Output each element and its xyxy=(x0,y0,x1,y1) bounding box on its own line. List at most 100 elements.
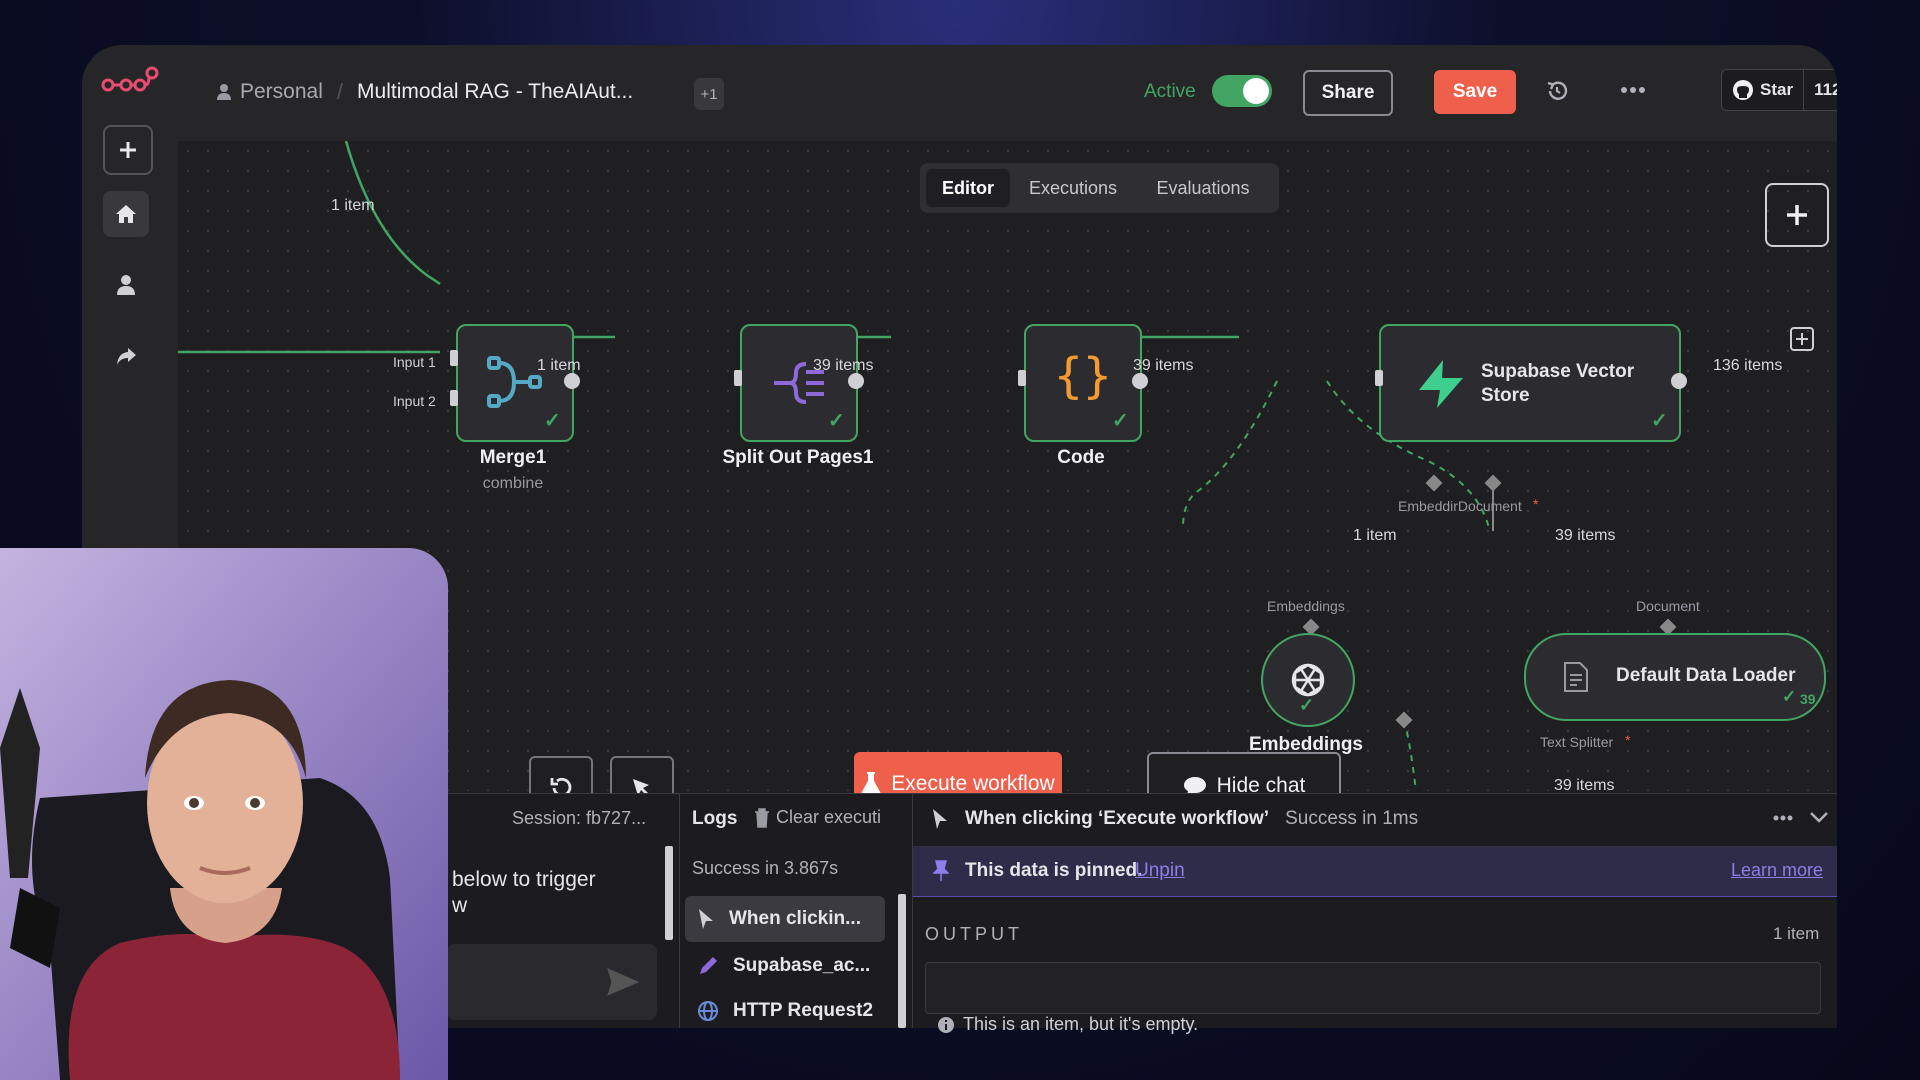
required-marker: * xyxy=(1625,732,1631,748)
add-node-button[interactable] xyxy=(1765,183,1829,247)
node-default-data-loader[interactable]: Default Data Loader ✓ 39 xyxy=(1524,633,1826,721)
logs-scrollbar[interactable] xyxy=(898,894,906,1028)
required-marker: * xyxy=(1533,496,1539,512)
clear-execution-button[interactable]: Clear executi xyxy=(754,807,881,828)
github-star-button[interactable]: Star 112,208 xyxy=(1721,69,1837,111)
active-label: Active xyxy=(1144,81,1196,102)
node-label-split: Split Out Pages1 xyxy=(722,447,874,468)
forward-icon xyxy=(117,348,136,365)
output-status: Success in 1ms xyxy=(1285,808,1419,829)
active-toggle[interactable] xyxy=(1212,75,1272,107)
port-label-text-splitter: Text Splitter xyxy=(1540,734,1614,750)
success-check-icon: ✓ xyxy=(1112,410,1129,432)
success-check-icon: ✓ xyxy=(1782,687,1797,706)
merge-output-handle[interactable] xyxy=(564,373,580,389)
log-item-label: When clickin... xyxy=(729,908,861,929)
chevron-down-icon[interactable] xyxy=(1809,810,1829,824)
workspace-name[interactable]: Personal xyxy=(240,80,323,104)
save-button[interactable]: Save xyxy=(1434,70,1516,114)
node-label-merge: Merge1 xyxy=(479,447,547,468)
log-item-label: HTTP Request2 xyxy=(733,1000,874,1021)
workflow-title[interactable]: Multimodal RAG - TheAIAut... xyxy=(357,80,633,104)
toggle-knob xyxy=(1243,78,1269,104)
view-tabs: Editor Executions Evaluations xyxy=(920,163,1279,213)
success-check-icon: ✓ xyxy=(1299,695,1315,715)
code-output-handle[interactable] xyxy=(1132,373,1148,389)
send-icon[interactable] xyxy=(607,968,639,996)
node-sub-merge: combine xyxy=(482,475,544,492)
pinned-text: This data is pinned. xyxy=(965,860,1143,881)
star-count: 112,208 xyxy=(1814,80,1837,99)
info-icon xyxy=(938,1016,954,1033)
webcam-overlay xyxy=(0,548,448,1080)
merge-input1-handle[interactable] xyxy=(450,350,458,366)
chat-scrollbar[interactable] xyxy=(665,846,673,940)
supabase-input-handle[interactable] xyxy=(1375,370,1383,386)
loader-item-count: 39 xyxy=(1800,691,1816,707)
openai-icon xyxy=(1291,663,1325,697)
log-item[interactable]: HTTP Request2 xyxy=(685,994,885,1028)
supabase-output-handle[interactable] xyxy=(1671,373,1687,389)
node-embeddings-openai[interactable]: ✓ xyxy=(1261,633,1355,727)
more-icon[interactable] xyxy=(1620,85,1646,95)
more-icon[interactable] xyxy=(1773,814,1793,822)
log-item[interactable]: When clickin... xyxy=(685,896,885,942)
node-supabase[interactable]: Supabase Vector Store ✓ xyxy=(1379,324,1681,442)
node-merge[interactable]: ✓ xyxy=(456,324,574,442)
clear-execution-label: Clear executi xyxy=(776,807,882,827)
port-label-embeddings: Embeddings xyxy=(1267,598,1345,614)
edge-label: 39 items xyxy=(1555,527,1616,544)
empty-item-note: This is an item, but it's empty. xyxy=(937,1014,1198,1035)
pencil-icon xyxy=(700,957,717,974)
breadcrumb[interactable]: Personal / Multimodal RAG - TheAIAut... xyxy=(216,79,633,105)
user-icon xyxy=(217,84,231,100)
home-button[interactable] xyxy=(103,191,149,237)
share-button[interactable]: Share xyxy=(1303,70,1393,116)
split-input-handle[interactable] xyxy=(734,370,742,386)
output-item-count: 1 item xyxy=(1773,924,1820,943)
n8n-logo xyxy=(101,66,159,92)
presenter-video xyxy=(0,548,448,1080)
edge-label: 39 items xyxy=(1133,357,1194,374)
user-button[interactable] xyxy=(103,262,149,308)
chat-message-line2: w xyxy=(452,894,468,917)
input1-label: Input 1 xyxy=(393,354,436,370)
add-output-button[interactable] xyxy=(1790,327,1814,351)
tab-executions[interactable]: Executions xyxy=(1018,169,1128,207)
share-nav-button[interactable] xyxy=(103,333,149,379)
output-item-box xyxy=(925,962,1821,1014)
edge-label: 136 items xyxy=(1713,357,1783,374)
edge-label-top: 1 item xyxy=(331,197,375,214)
add-button[interactable] xyxy=(103,125,153,175)
chat-input[interactable] xyxy=(447,944,657,1020)
split-output-handle[interactable] xyxy=(848,373,864,389)
top-bar: Personal / Multimodal RAG - TheAIAut... … xyxy=(178,45,1837,142)
code-input-handle[interactable] xyxy=(1018,370,1026,386)
session-id: Session: fb727... xyxy=(512,808,647,828)
node-split-out[interactable]: ✓ xyxy=(740,324,858,442)
user-icon xyxy=(117,275,135,295)
node-code[interactable]: {} ✓ xyxy=(1024,324,1142,442)
success-check-icon: ✓ xyxy=(1651,410,1668,432)
cursor-icon xyxy=(933,809,947,829)
node-label-code: Code xyxy=(1057,447,1105,468)
pin-icon xyxy=(933,860,949,881)
empty-item-text: This is an item, but it's empty. xyxy=(963,1014,1199,1034)
home-icon xyxy=(116,205,136,223)
breadcrumb-separator: / xyxy=(336,79,344,104)
learn-more-link[interactable]: Learn more xyxy=(1731,860,1823,881)
star-label: Star xyxy=(1760,80,1794,99)
history-icon[interactable] xyxy=(1545,79,1569,103)
plus-icon xyxy=(120,142,136,158)
unpin-link[interactable]: Unpin xyxy=(1135,860,1185,882)
input2-label: Input 2 xyxy=(393,393,436,409)
log-item[interactable]: Supabase_ac... xyxy=(685,946,885,986)
output-header: When clicking ‘Execute workflow’ Success… xyxy=(913,794,1837,844)
merge-input2-handle[interactable] xyxy=(450,390,458,406)
document-icon xyxy=(1564,662,1588,692)
tab-editor[interactable]: Editor xyxy=(926,169,1010,207)
collaborators-badge[interactable]: +1 xyxy=(694,78,724,110)
edge-label: 1 item xyxy=(537,357,581,374)
node-label-supabase: Supabase Vector Store xyxy=(1481,361,1635,406)
tab-evaluations[interactable]: Evaluations xyxy=(1134,169,1272,207)
